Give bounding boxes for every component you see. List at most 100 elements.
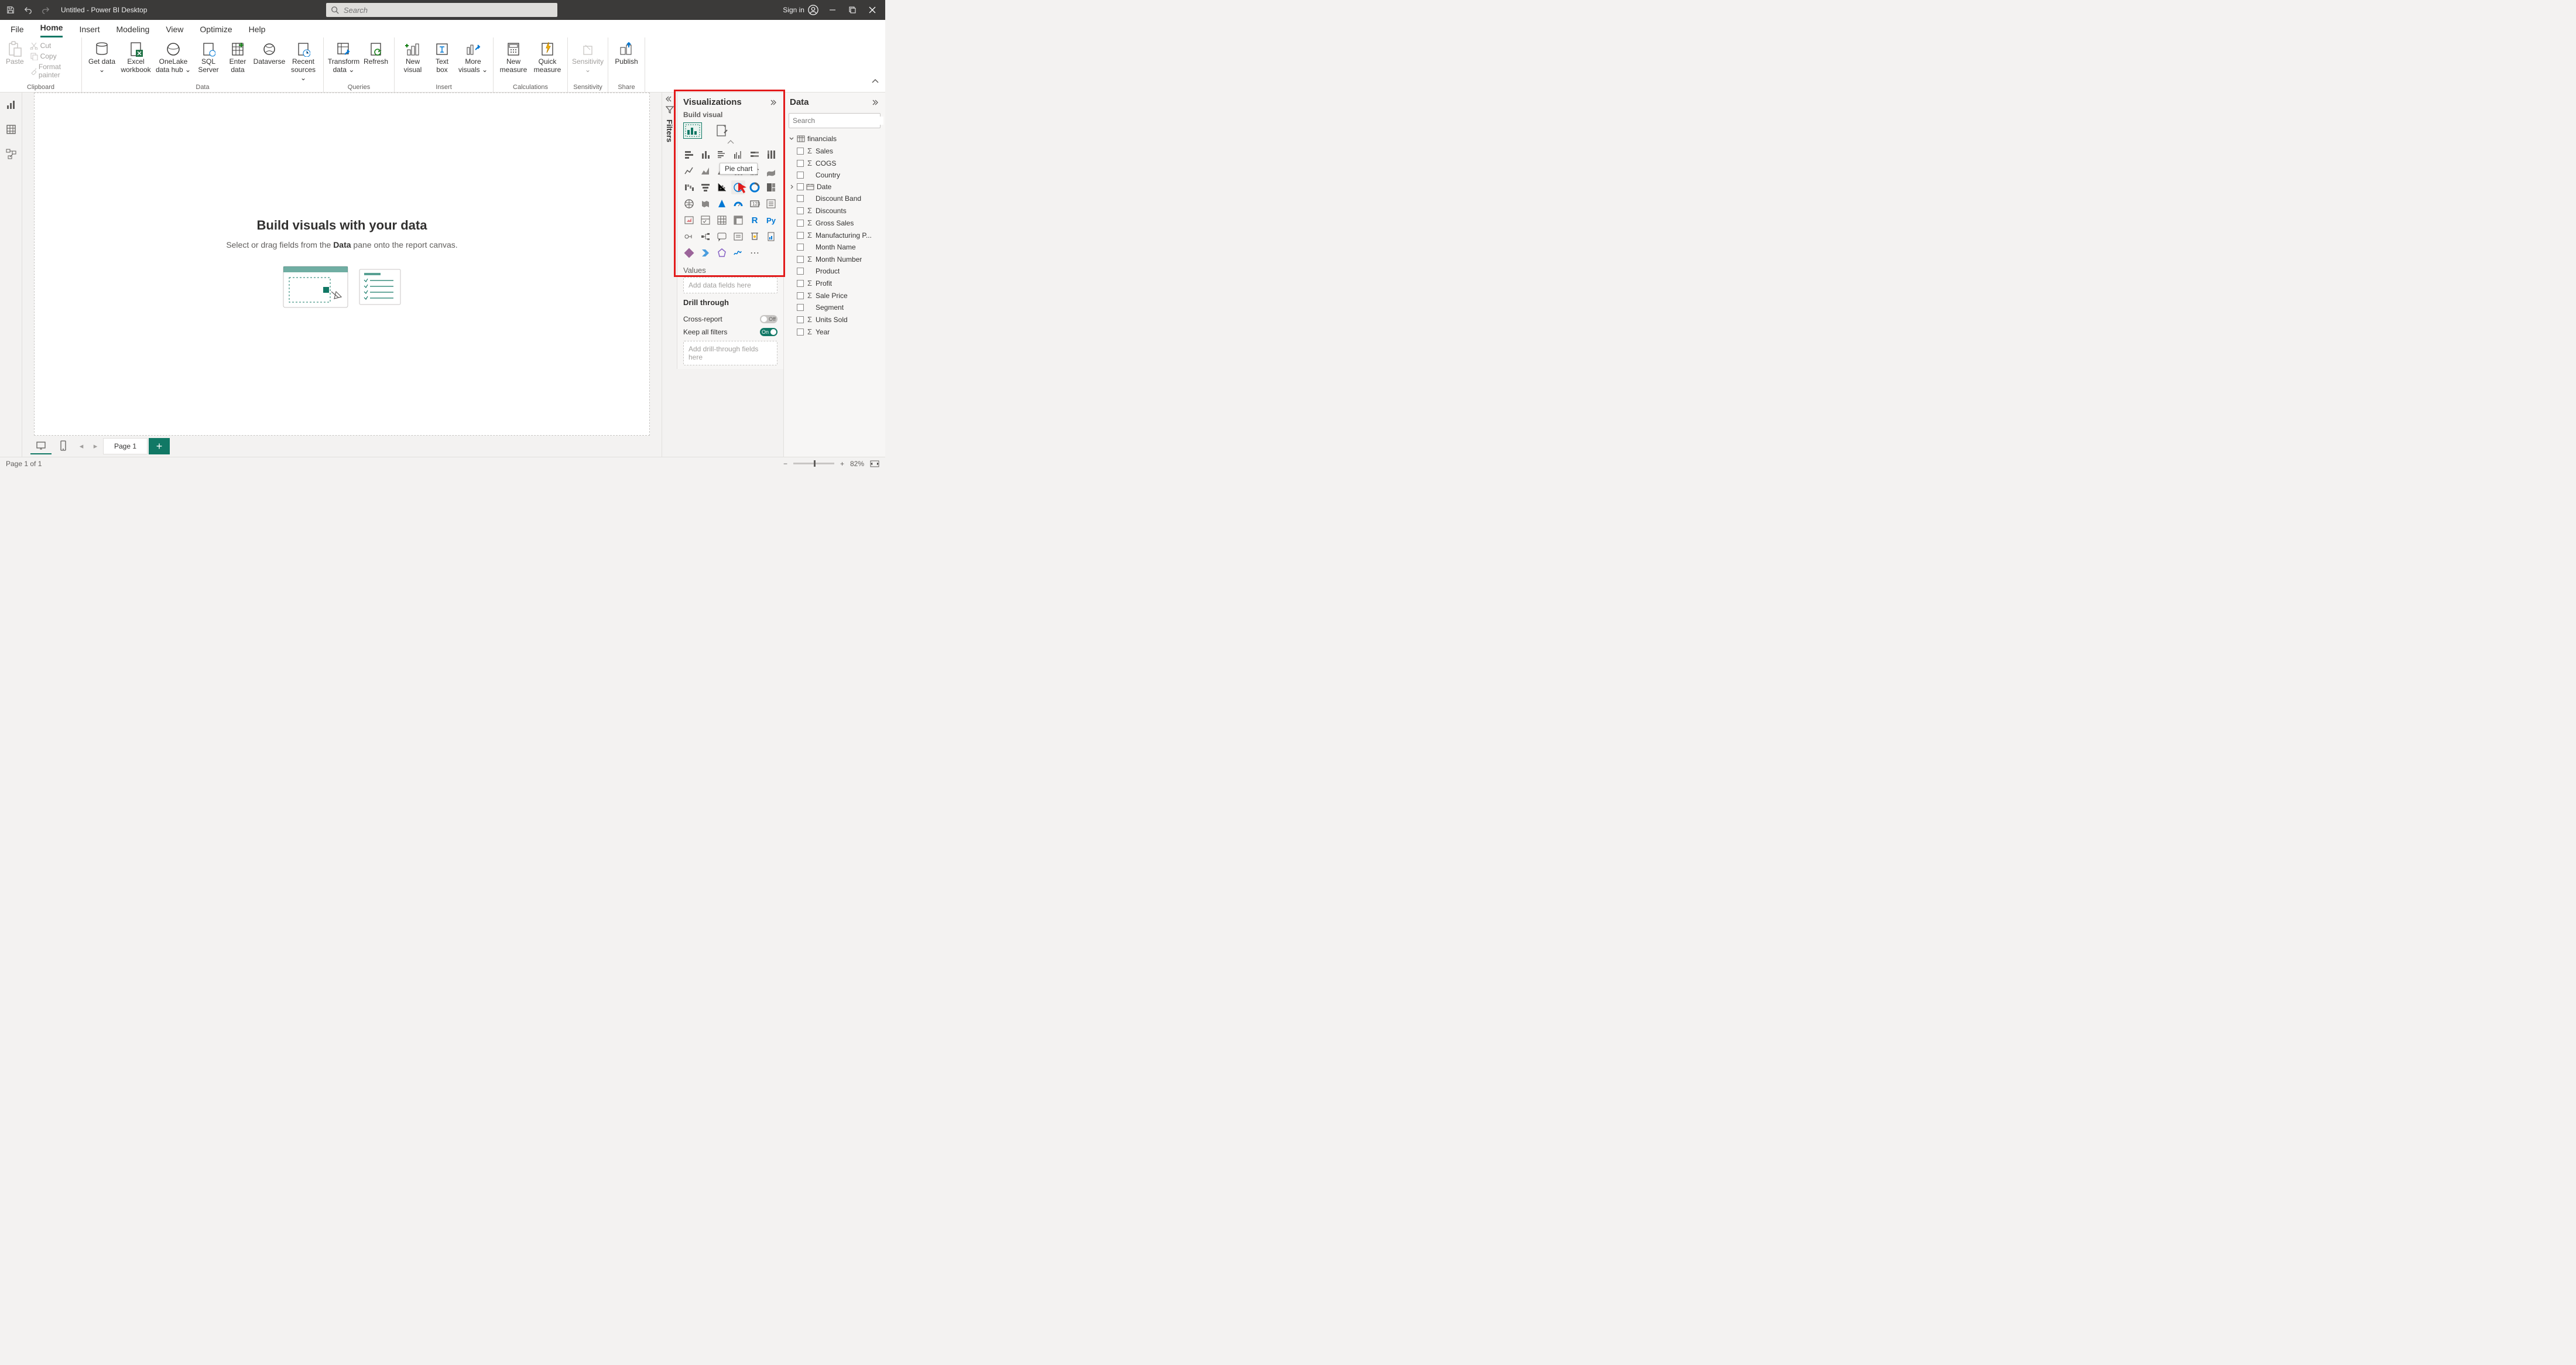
checkbox[interactable] — [797, 232, 804, 239]
checkbox[interactable] — [797, 304, 804, 311]
publish-button[interactable]: Publish — [613, 40, 640, 66]
format-visual-tab[interactable] — [712, 122, 731, 139]
multi-row-card-icon[interactable] — [764, 197, 778, 211]
chevron-up-icon[interactable] — [727, 140, 734, 144]
expand-filters-icon[interactable] — [666, 96, 674, 102]
card-icon[interactable]: 123 — [748, 197, 762, 211]
field-profit[interactable]: ΣProfit — [786, 277, 883, 289]
zoom-out-icon[interactable]: − — [783, 460, 787, 468]
stacked-column-100-icon[interactable] — [764, 148, 778, 162]
map-icon[interactable] — [682, 197, 696, 211]
field-month-name[interactable]: Month Name — [786, 241, 883, 253]
copy-button[interactable]: Copy — [29, 52, 77, 61]
more-visuals-button[interactable]: More visuals ⌄ — [458, 40, 488, 74]
field-product[interactable]: Product — [786, 265, 883, 277]
field-segment[interactable]: Segment — [786, 302, 883, 313]
kpi-icon[interactable] — [682, 213, 696, 227]
clustered-bar-icon[interactable] — [715, 148, 729, 162]
filled-map-icon[interactable] — [698, 197, 712, 211]
checkbox[interactable] — [797, 268, 804, 275]
checkbox[interactable] — [797, 316, 804, 323]
report-canvas[interactable]: Build visuals with your data Select or d… — [34, 93, 650, 436]
r-visual-icon[interactable]: R — [748, 213, 762, 227]
report-view-icon[interactable] — [4, 97, 19, 112]
cut-button[interactable]: Cut — [29, 41, 77, 50]
clustered-column-icon[interactable] — [731, 148, 745, 162]
field-year[interactable]: ΣYear — [786, 326, 883, 338]
zoom-in-icon[interactable]: + — [840, 460, 844, 468]
checkbox[interactable] — [797, 329, 804, 336]
refresh-button[interactable]: Refresh — [362, 40, 389, 66]
dataverse-button[interactable]: Dataverse — [254, 40, 285, 66]
treemap-icon[interactable] — [764, 180, 778, 194]
data-search-input[interactable] — [793, 117, 883, 125]
more-visuals-icon[interactable]: ⋯ — [748, 246, 762, 260]
key-influencers-icon[interactable] — [682, 230, 696, 244]
checkbox[interactable] — [797, 280, 804, 287]
power-apps-icon[interactable] — [682, 246, 696, 260]
azure-map-icon[interactable] — [715, 197, 729, 211]
stacked-bar-icon[interactable] — [682, 148, 696, 162]
field-units-sold[interactable]: ΣUnits Sold — [786, 313, 883, 326]
search-input[interactable] — [344, 6, 553, 15]
fit-page-icon[interactable] — [870, 460, 879, 467]
get-data-button[interactable]: Get data ⌄ — [87, 40, 117, 74]
smart-narrative-icon[interactable] — [731, 230, 745, 244]
tab-modeling[interactable]: Modeling — [116, 25, 149, 37]
format-painter-button[interactable]: Format painter — [29, 62, 77, 80]
undo-icon[interactable] — [22, 4, 34, 16]
mobile-layout-icon[interactable] — [53, 438, 74, 454]
stacked-bar-100-icon[interactable] — [748, 148, 762, 162]
line-chart-icon[interactable] — [682, 164, 696, 178]
tab-home[interactable]: Home — [40, 23, 63, 37]
close-icon[interactable] — [866, 6, 878, 13]
quick-measure-button[interactable]: Quick measure — [532, 40, 563, 74]
checkbox[interactable] — [797, 195, 804, 202]
transform-data-button[interactable]: Transform data ⌄ — [328, 40, 359, 74]
paste-button[interactable]: Paste — [5, 40, 25, 66]
gauge-icon[interactable] — [731, 197, 745, 211]
goals-icon[interactable] — [748, 230, 762, 244]
checkbox[interactable] — [797, 207, 804, 214]
qa-visual-icon[interactable] — [715, 230, 729, 244]
stacked-column-icon[interactable] — [698, 148, 712, 162]
collapse-ribbon-icon[interactable] — [871, 78, 879, 84]
text-box-button[interactable]: Text box — [430, 40, 454, 74]
collapse-data-icon[interactable] — [872, 100, 881, 105]
new-visual-button[interactable]: New visual — [399, 40, 426, 74]
collapse-viz-icon[interactable] — [770, 100, 779, 105]
tab-view[interactable]: View — [166, 25, 183, 37]
field-date[interactable]: Date — [786, 181, 883, 193]
field-cogs[interactable]: ΣCOGS — [786, 157, 883, 169]
build-visual-tab[interactable] — [683, 122, 702, 139]
slicer-icon[interactable] — [698, 213, 712, 227]
field-sale-price[interactable]: ΣSale Price — [786, 289, 883, 302]
model-view-icon[interactable] — [4, 146, 19, 162]
checkbox[interactable] — [797, 172, 804, 179]
signin-button[interactable]: Sign in — [783, 5, 818, 15]
prev-page-icon[interactable]: ◂ — [75, 442, 88, 451]
matrix-icon[interactable] — [731, 213, 745, 227]
maximize-icon[interactable] — [847, 6, 858, 13]
sensitivity-button[interactable]: Sensitivity⌄ — [573, 40, 603, 74]
field-manufacturing-p-[interactable]: ΣManufacturing P... — [786, 229, 883, 241]
save-icon[interactable] — [5, 4, 16, 16]
waterfall-icon[interactable] — [682, 180, 696, 194]
python-visual-icon[interactable]: Py — [764, 213, 778, 227]
keep-filters-toggle[interactable]: On — [760, 328, 777, 336]
tab-help[interactable]: Help — [249, 25, 266, 37]
zoom-slider[interactable] — [793, 463, 834, 464]
field-country[interactable]: Country — [786, 169, 883, 181]
table-view-icon[interactable] — [4, 122, 19, 137]
field-month-number[interactable]: ΣMonth Number — [786, 253, 883, 265]
desktop-layout-icon[interactable] — [30, 438, 52, 454]
sparkline-icon[interactable] — [731, 246, 745, 260]
power-automate-icon[interactable] — [698, 246, 712, 260]
checkbox[interactable] — [797, 220, 804, 227]
paginated-report-icon[interactable] — [764, 230, 778, 244]
checkbox[interactable] — [797, 148, 804, 155]
search-box[interactable] — [326, 3, 557, 17]
minimize-icon[interactable] — [827, 6, 838, 13]
drill-drop[interactable]: Add drill-through fields here — [683, 341, 777, 365]
excel-button[interactable]: Excel workbook — [121, 40, 151, 74]
